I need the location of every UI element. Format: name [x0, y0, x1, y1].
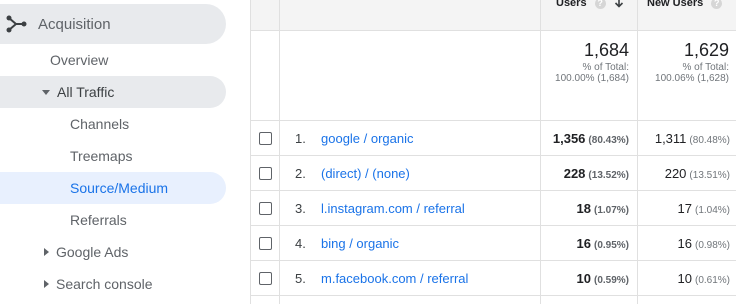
new-users-value: 1,311 [654, 131, 687, 146]
row-number: 1. [295, 131, 306, 146]
table-row: 3. l.instagram.com / referral 18 (1.07%) … [250, 191, 736, 226]
users-value: 18 [576, 201, 591, 216]
users-cell: 16 (0.95%) [540, 226, 629, 261]
users-value: 16 [576, 236, 591, 251]
users-total-pct-value: 100.00% (1,684) [555, 73, 629, 84]
column-header-label: Users [556, 0, 587, 9]
column-header-users[interactable]: Users ? [556, 0, 624, 11]
new-users-cell: 10 (0.61%) [637, 261, 730, 296]
new-users-total-value: 1,629 [683, 40, 729, 60]
sidebar-item-label: Referrals [70, 212, 127, 228]
row-checkbox[interactable] [259, 167, 272, 180]
new-users-total-pct-label: % of Total: [682, 62, 729, 73]
sidebar-item-label: All Traffic [57, 84, 115, 100]
new-users-cell: 220 (13.51%) [637, 156, 730, 191]
row-checkbox[interactable] [259, 132, 272, 145]
sidebar-item-overview[interactable]: Overview [50, 44, 108, 76]
new-users-value: 17 [677, 201, 692, 216]
table-row: 2. (direct) / (none) 228 (13.52%) 220 (13.… [250, 156, 736, 191]
sidebar: Acquisition Overview All Traffic Channel… [0, 0, 250, 304]
row-number: 3. [295, 201, 306, 216]
sidebar-item-label: Overview [50, 52, 109, 68]
users-cell: 228 (13.52%) [540, 156, 629, 191]
table-divider [250, 30, 736, 31]
column-header-label: New Users [647, 0, 704, 9]
users-value: 1,356 [552, 131, 586, 146]
new-users-pct: (80.48%) [689, 135, 730, 146]
sidebar-item-google-ads[interactable]: Google Ads [44, 236, 128, 268]
row-checkbox[interactable] [259, 272, 272, 285]
new-users-value: 16 [677, 236, 692, 251]
sidebar-item-label: Google Ads [56, 244, 129, 260]
sidebar-item-search-console[interactable]: Search console [44, 268, 153, 300]
new-users-pct: (0.61%) [694, 275, 730, 286]
sidebar-item-label: Search console [56, 276, 153, 292]
users-total-value: 1,684 [583, 40, 629, 60]
row-number: 4. [295, 236, 306, 251]
row-number: 5. [295, 271, 306, 286]
table-row: 5. m.facebook.com / referral 10 (0.59%) 1… [250, 261, 736, 296]
new-users-pct: (1.04%) [694, 205, 730, 216]
users-pct: (1.07%) [593, 205, 629, 216]
new-users-value: 220 [664, 166, 687, 181]
table-row: 1. google / organic 1,356 (80.43%) 1,311(… [250, 121, 736, 156]
new-users-total-pct-value: 100.06% (1,628) [655, 73, 729, 84]
source-medium-link[interactable]: m.facebook.com / referral [321, 261, 468, 296]
users-pct: (80.43%) [588, 135, 629, 146]
table-row: 4. bing / organic 16 (0.95%) 16 (0.98%) [250, 226, 736, 261]
users-value: 228 [563, 166, 586, 181]
sidebar-item-label: Source/Medium [70, 180, 169, 196]
users-cell: 1,356 (80.43%) [540, 121, 629, 156]
data-table: Users ? New Users ? 1,684 % of Total: 10… [250, 0, 736, 304]
caret-right-icon [44, 248, 49, 256]
source-medium-link[interactable]: google / organic [321, 121, 414, 156]
new-users-cell: 1,311 (80.48%) [637, 121, 730, 156]
users-pct: (0.59%) [593, 275, 629, 286]
row-checkbox[interactable] [259, 202, 272, 215]
caret-right-icon [44, 280, 49, 288]
source-medium-link[interactable]: l.instagram.com / referral [321, 191, 465, 226]
sort-down-icon[interactable] [614, 0, 624, 8]
sidebar-item-referrals[interactable]: Referrals [70, 204, 127, 236]
column-header-new-users[interactable]: New Users ? [647, 0, 723, 11]
sidebar-item-source-medium[interactable]: Source/Medium [0, 172, 226, 204]
caret-down-icon [42, 89, 50, 95]
new-users-cell: 16 (0.98%) [637, 226, 730, 261]
new-users-cell: 17 (1.04%) [637, 191, 730, 226]
new-users-pct: (0.98%) [694, 240, 730, 251]
new-users-value: 10 [677, 271, 692, 286]
sidebar-item-treemaps[interactable]: Treemaps [70, 140, 133, 172]
users-pct: (0.95%) [593, 240, 629, 251]
row-number: 2. [295, 166, 306, 181]
acquisition-icon [6, 15, 27, 33]
users-cell: 18 (1.07%) [540, 191, 629, 226]
source-medium-link[interactable]: bing / organic [321, 226, 399, 261]
sidebar-section-label: Acquisition [38, 15, 111, 33]
sidebar-item-channels[interactable]: Channels [70, 108, 129, 140]
users-value: 10 [576, 271, 591, 286]
help-icon[interactable]: ? [711, 0, 723, 9]
users-pct: (13.52%) [588, 170, 629, 181]
row-checkbox[interactable] [259, 237, 272, 250]
sidebar-item-label: Channels [70, 116, 130, 132]
sidebar-item-all-traffic[interactable]: All Traffic [0, 76, 226, 108]
new-users-pct: (13.51%) [689, 170, 730, 181]
sidebar-item-label: Treemaps [70, 148, 133, 164]
sidebar-section-acquisition[interactable]: Acquisition [0, 4, 226, 44]
users-total-pct-label: % of Total: [582, 62, 629, 73]
help-icon[interactable]: ? [594, 0, 606, 9]
users-cell: 10 (0.59%) [540, 261, 629, 296]
source-medium-link[interactable]: (direct) / (none) [321, 156, 410, 191]
